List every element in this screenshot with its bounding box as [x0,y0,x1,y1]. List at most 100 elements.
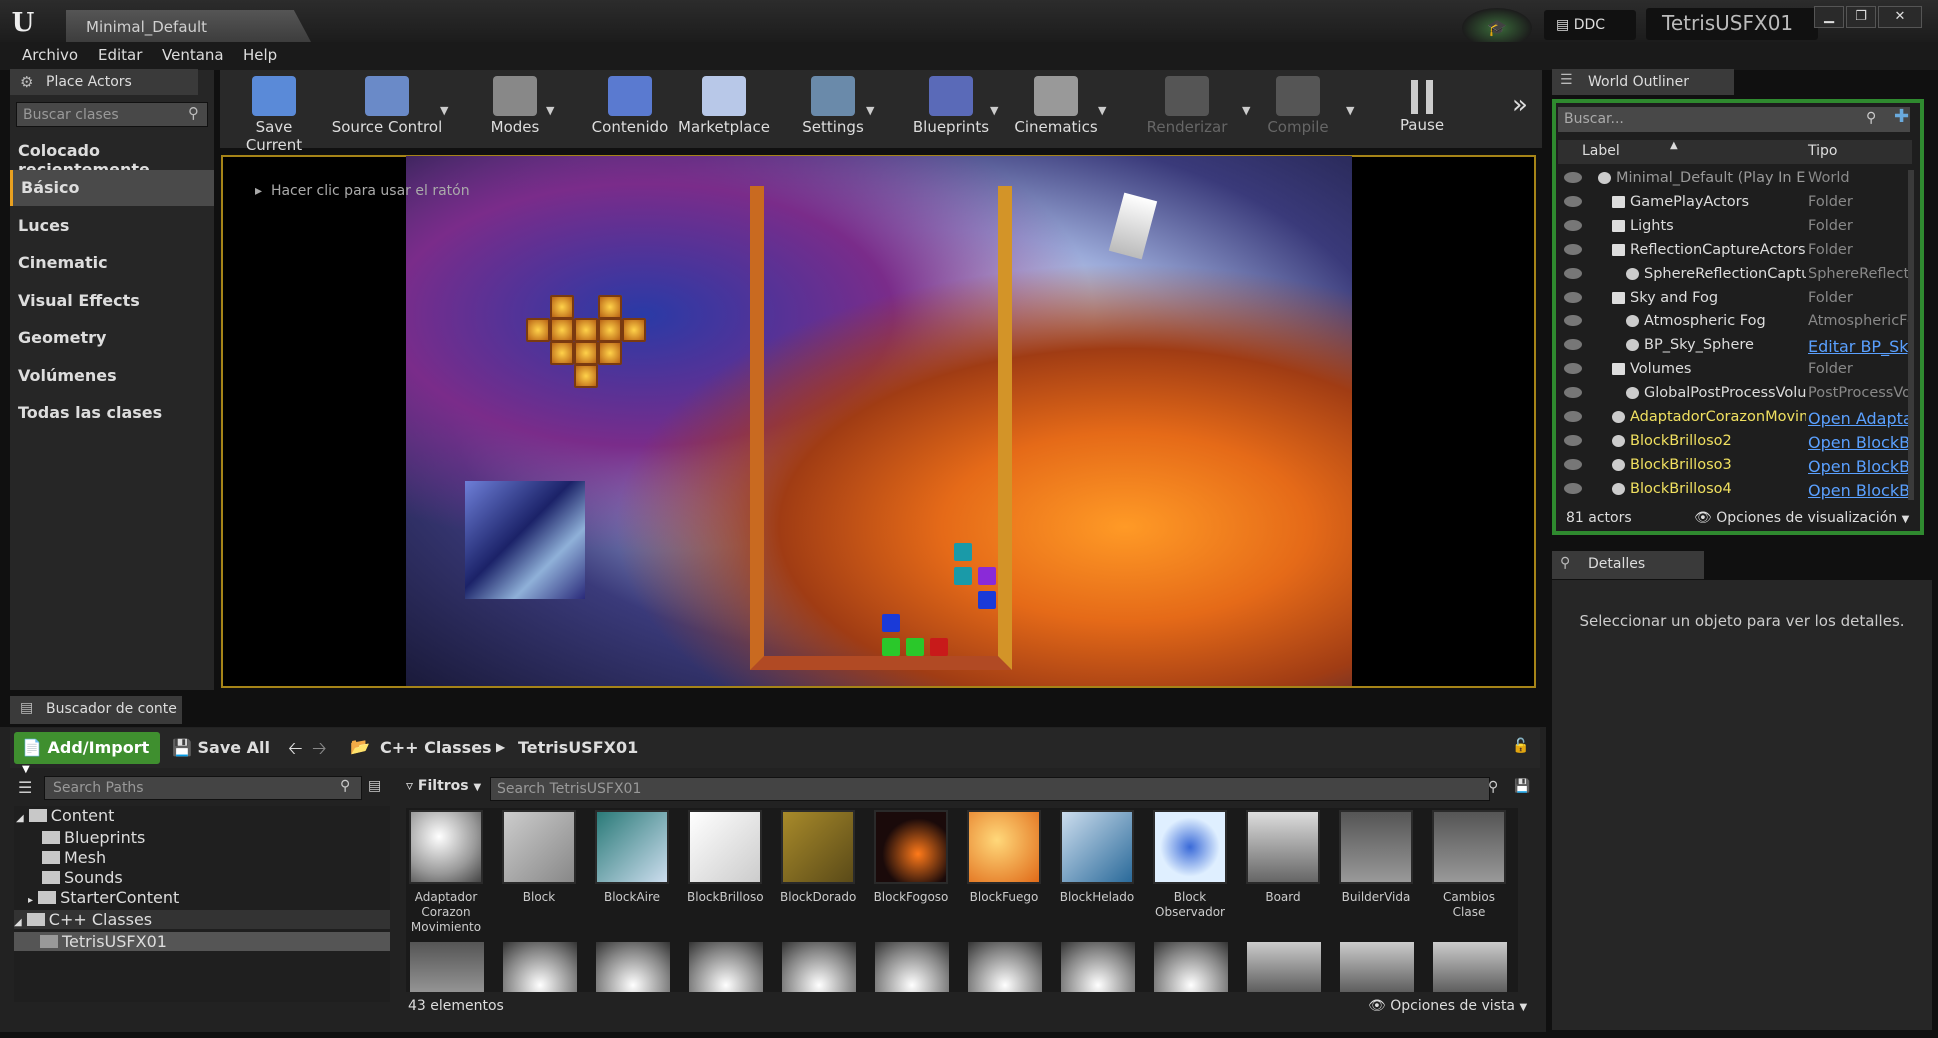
category-all-classes[interactable]: Todas las clases [10,395,214,431]
asset-tile[interactable]: Block [501,810,577,905]
outliner-row[interactable]: BlockBrilloso3 Open BlockBrilloso [1558,455,1910,479]
list-view-icon[interactable]: ▤ [368,778,381,794]
category-recent[interactable]: Colocado recientemente [10,133,214,179]
outliner-row[interactable]: AdaptadorCorazonMovimientoOpen Adaptador… [1558,407,1910,431]
tree-item-cpp-classes[interactable]: ◢ C++ Classes [14,910,390,929]
column-type[interactable]: Tipo [1808,143,1837,159]
source-control-dropdown[interactable]: ▼ [440,104,450,117]
close-button[interactable]: ✕ [1878,6,1922,28]
settings-dropdown[interactable]: ▼ [866,104,876,117]
lock-icon[interactable]: 🔓 [1512,738,1529,754]
render-button[interactable]: Renderizar [1142,72,1232,146]
category-lights[interactable]: Luces [10,208,214,244]
asset-tile[interactable]: BlockDorado [780,810,856,905]
column-label[interactable]: Label [1582,143,1620,159]
outliner-row-action-link[interactable]: Editar BP_Sky_Sphere [1808,337,1908,356]
content-browser-tab[interactable]: Buscador de conte [10,696,182,724]
outliner-row[interactable]: BP_Sky_Sphere Editar BP_Sky_Sphere [1558,335,1910,359]
tree-item-mesh[interactable]: Mesh [42,848,106,867]
marketplace-button[interactable]: Marketplace [678,72,770,146]
asset-thumbnail[interactable] [503,942,577,992]
outliner-row[interactable]: GamePlayActors Folder [1558,192,1910,216]
asset-tile[interactable]: Cambios Clase [1431,810,1507,920]
forward-arrow-icon[interactable]: 🡢 [312,736,327,766]
add-import-button[interactable]: 📄 Add/Import ▼ [14,732,160,775]
asset-thumbnail[interactable] [1154,942,1228,992]
outliner-row[interactable]: BlockBrilloso2 Open BlockBrilloso [1558,431,1910,455]
asset-thumbnail[interactable] [410,942,484,992]
asset-thumbnail[interactable] [1340,942,1414,992]
asset-tile[interactable]: BlockBrilloso [687,810,764,905]
back-arrow-icon[interactable]: 🡠 [288,736,303,766]
filters-button[interactable]: ▿ Filtros ▼ [406,778,481,794]
details-tab[interactable]: Detalles [1552,551,1704,579]
visibility-eye-icon[interactable] [1564,219,1582,231]
view-options-button[interactable]: 👁 Opciones de vista ▼ [1368,998,1527,1014]
asset-thumbnail[interactable] [596,942,670,992]
tree-item-blueprints[interactable]: Blueprints [42,828,145,847]
compile-button[interactable]: Compile [1258,72,1338,146]
visibility-eye-icon[interactable] [1564,195,1582,207]
class-search-input[interactable]: Buscar clases [16,102,208,127]
asset-thumbnail[interactable] [1247,942,1321,992]
asset-tile[interactable]: BlockHelado [1059,810,1135,905]
outliner-row[interactable]: BlockBrilloso4 Open BlockBrilloso [1558,479,1910,503]
outliner-scrollbar[interactable] [1908,170,1914,500]
visibility-eye-icon[interactable] [1564,339,1582,351]
save-search-icon[interactable]: 💾 [1514,779,1530,794]
render-dropdown[interactable]: ▼ [1242,104,1252,117]
outliner-row[interactable]: Lights Folder [1558,216,1910,240]
outliner-row[interactable]: GlobalPostProcessVolumePostProcessVolume [1558,383,1910,407]
category-basic[interactable]: Básico [10,170,214,206]
tree-item-sounds[interactable]: Sounds [42,868,123,887]
cinematics-button[interactable]: Cinematics [1014,72,1098,146]
ddc-button[interactable]: ▤ DDC [1544,10,1636,40]
place-actors-tab[interactable]: Place Actors [10,69,198,95]
compile-dropdown[interactable]: ▼ [1346,104,1356,117]
save-all-button[interactable]: 💾 Save All [172,738,270,757]
outliner-row[interactable]: Volumes Folder [1558,359,1910,383]
outliner-search-input[interactable]: Buscar... [1558,107,1910,132]
asset-tile[interactable]: BlockFogoso [873,810,949,905]
asset-thumbnail[interactable] [1061,942,1135,992]
category-geometry[interactable]: Geometry [10,320,214,356]
outliner-row-action-link[interactable]: Open BlockBrilloso [1808,457,1908,476]
outliner-row-action-link[interactable]: Open BlockBrilloso [1808,481,1908,500]
asset-tile[interactable]: BlockAire [594,810,670,905]
visibility-eye-icon[interactable] [1564,243,1582,255]
visibility-eye-icon[interactable] [1564,458,1582,470]
toolbar-more-button[interactable]: » [1512,90,1528,120]
asset-tile[interactable]: Block Observador [1152,810,1228,920]
visibility-eye-icon[interactable] [1564,411,1582,422]
sources-toggle-icon[interactable]: ☰ [18,778,32,797]
tree-item-content[interactable]: ◢ Content [16,806,114,825]
maximize-button[interactable]: ❐ [1846,6,1876,28]
blueprints-dropdown[interactable]: ▼ [990,104,1000,117]
asset-thumbnail[interactable] [968,942,1042,992]
level-tab[interactable]: Minimal_Default [66,10,311,42]
outliner-row-action-link[interactable]: Open AdaptadorCorazonMovimiento [1808,409,1908,428]
visibility-eye-icon[interactable] [1564,315,1582,327]
add-actor-icon[interactable]: ✚ [1894,106,1909,127]
menu-archivo[interactable]: Archivo [22,46,78,64]
visibility-eye-icon[interactable] [1564,172,1582,183]
category-volumes[interactable]: Volúmenes [10,358,214,394]
outliner-row[interactable]: ReflectionCaptureActors Folder [1558,240,1910,264]
asset-tile[interactable]: Board [1245,810,1321,905]
cinematics-dropdown[interactable]: ▼ [1098,104,1108,117]
breadcrumb-tetrisusfx01[interactable]: TetrisUSFX01 [518,738,638,757]
save-current-button[interactable]: Save Current [226,72,322,154]
asset-thumbnail[interactable] [875,942,949,992]
pause-button[interactable]: Pause [1392,72,1452,146]
settings-button[interactable]: Settings [796,72,870,146]
outliner-row-action-link[interactable]: Open BlockBrilloso [1808,433,1908,452]
category-visual-effects[interactable]: Visual Effects [10,283,214,319]
outliner-row[interactable]: SphereReflectionCaptureSphereReflectionC… [1558,264,1910,288]
search-paths-input[interactable]: Search Paths [44,776,362,800]
asset-thumbnail[interactable] [689,942,763,992]
tree-item-startercontent[interactable]: ▸ StarterContent [28,888,179,907]
content-button[interactable]: Contenido [590,72,670,146]
visibility-eye-icon[interactable] [1564,482,1582,494]
visibility-eye-icon[interactable] [1564,291,1582,303]
tree-item-tetrisusfx01[interactable]: TetrisUSFX01 [14,932,390,951]
